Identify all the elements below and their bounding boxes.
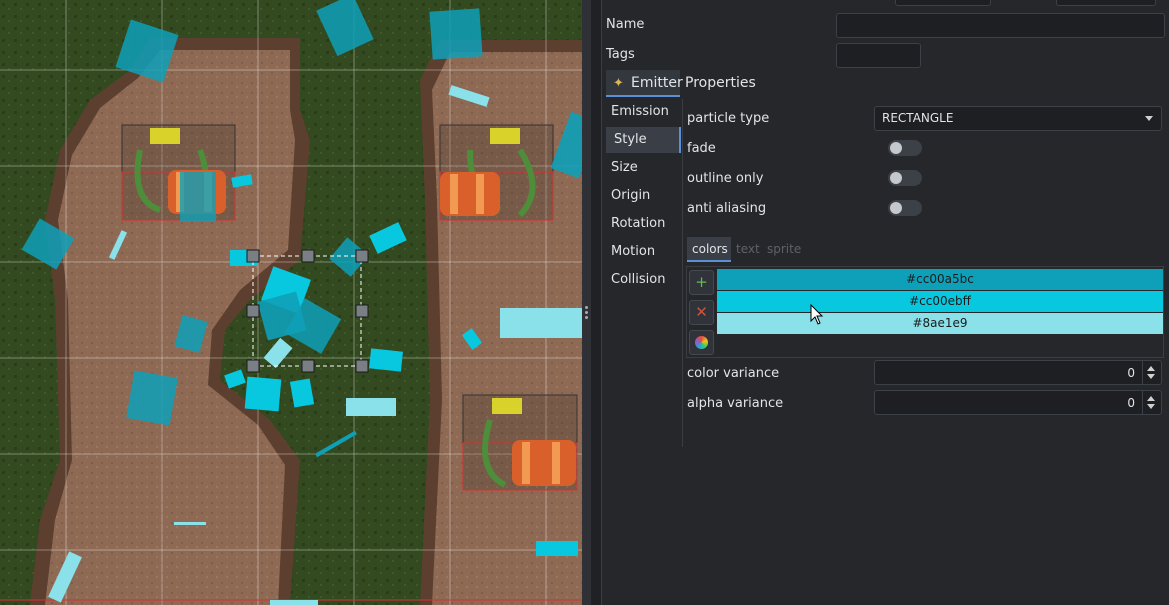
pumpkin-sprite-3 xyxy=(462,394,578,491)
toggle-knob xyxy=(890,142,902,154)
anti-aliasing-toggle[interactable] xyxy=(888,200,922,216)
color-variance-value: 0 xyxy=(1127,366,1135,380)
add-color-button[interactable]: + xyxy=(689,270,714,295)
tab-colors[interactable]: colors xyxy=(687,237,731,262)
fade-toggle[interactable] xyxy=(888,140,922,156)
properties-heading: Properties xyxy=(685,75,756,91)
alpha-variance-spinbox[interactable]: 0 xyxy=(874,390,1162,415)
tab-style[interactable]: Style xyxy=(606,127,681,153)
color-swatch-1-label: #cc00a5bc xyxy=(906,272,974,286)
panel-splitter[interactable] xyxy=(582,0,591,605)
tags-label: Tags xyxy=(606,47,635,62)
drag-grip-icon[interactable] xyxy=(585,306,588,309)
tab-sprite[interactable]: sprite xyxy=(767,242,801,256)
sparkle-icon: ✦ xyxy=(613,76,624,91)
fade-label: fade xyxy=(687,141,716,156)
color-variance-label: color variance xyxy=(687,366,780,381)
color-swatch-1[interactable]: #cc00a5bc xyxy=(717,269,1163,290)
pumpkin-sprite-2 xyxy=(439,124,554,221)
particle-type-label: particle type xyxy=(687,111,770,126)
tab-emission[interactable]: Emission xyxy=(603,99,678,125)
color-wheel-icon xyxy=(695,336,708,349)
tab-colors-label: colors xyxy=(692,242,728,256)
alpha-variance-label: alpha variance xyxy=(687,396,784,411)
top-dropdown-1[interactable] xyxy=(895,0,991,6)
name-label: Name xyxy=(606,17,645,32)
color-variance-spinbox[interactable]: 0 xyxy=(874,360,1162,385)
tab-text[interactable]: text xyxy=(736,242,760,256)
tab-size[interactable]: Size xyxy=(603,155,678,181)
toggle-knob xyxy=(890,172,902,184)
tab-origin[interactable]: Origin xyxy=(603,183,678,209)
pumpkin-sprite-1 xyxy=(121,124,236,221)
color-swatch-3[interactable]: #8ae1e9 xyxy=(717,313,1163,334)
outline-only-label: outline only xyxy=(687,171,764,186)
color-swatch-2-label: #cc00ebff xyxy=(909,294,971,308)
chevron-down-icon xyxy=(1145,116,1153,121)
tab-collision[interactable]: Collision xyxy=(603,267,678,293)
top-dropdown-2[interactable] xyxy=(1056,0,1156,6)
tags-field[interactable] xyxy=(836,43,921,68)
spin-arrows-icon[interactable] xyxy=(1142,391,1161,414)
particle-type-value: RECTANGLE xyxy=(882,111,954,125)
color-swatch-3-label: #8ae1e9 xyxy=(912,316,968,330)
name-field[interactable] xyxy=(836,13,1165,38)
particle-type-select[interactable]: RECTANGLE xyxy=(874,106,1162,131)
tab-emitter-label: Emitter xyxy=(631,75,683,91)
remove-color-button[interactable]: ✕ xyxy=(689,300,714,325)
content-divider xyxy=(682,99,683,447)
spin-arrows-icon[interactable] xyxy=(1142,361,1161,384)
color-swatch-2[interactable]: #cc00ebff xyxy=(717,291,1163,312)
alpha-variance-value: 0 xyxy=(1127,396,1135,410)
anti-aliasing-label: anti aliasing xyxy=(687,201,767,216)
color-picker-button[interactable] xyxy=(689,330,714,355)
mouse-cursor-icon xyxy=(810,304,824,325)
tab-rotation[interactable]: Rotation xyxy=(603,211,678,237)
scene-drawing xyxy=(0,0,582,605)
scene-viewport[interactable] xyxy=(0,0,582,605)
tab-motion[interactable]: Motion xyxy=(603,239,678,265)
cross-icon: ✕ xyxy=(695,303,708,321)
plus-icon: + xyxy=(695,273,708,291)
outline-only-toggle[interactable] xyxy=(888,170,922,186)
tab-emitter[interactable]: ✦ Emitter xyxy=(606,70,683,97)
toggle-knob xyxy=(890,202,902,214)
